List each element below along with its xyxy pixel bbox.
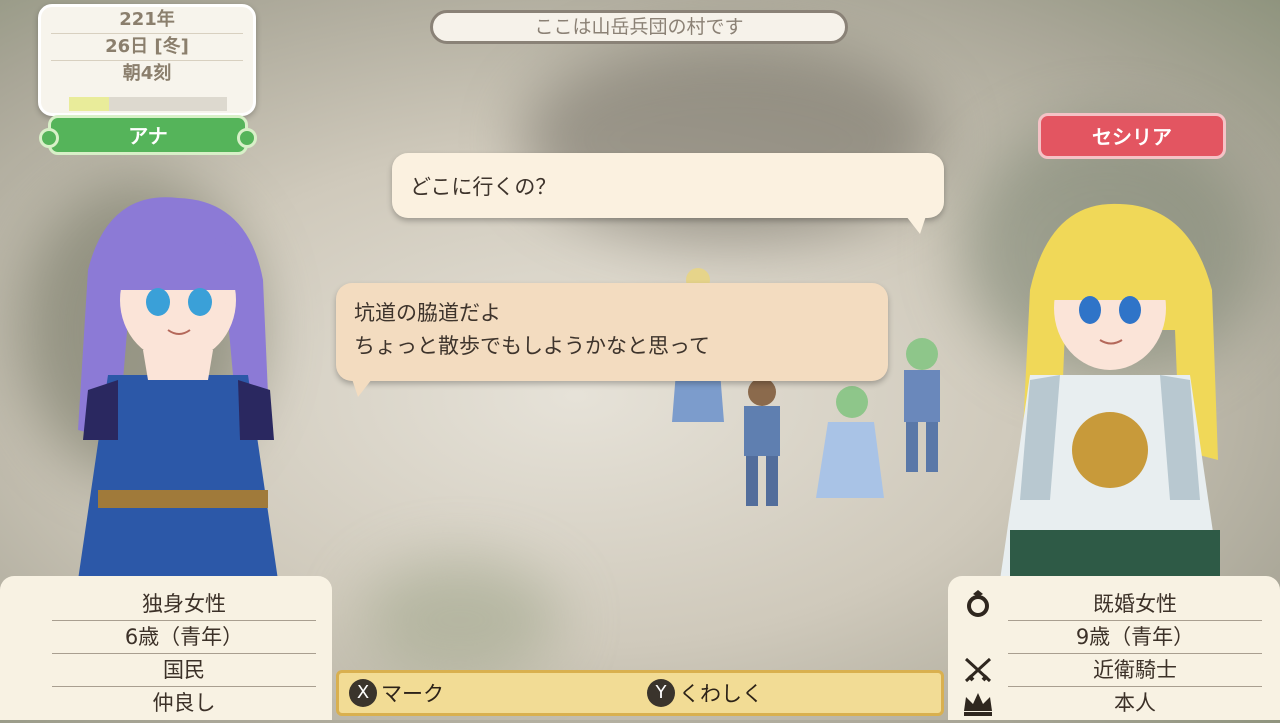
grass-patch (360, 560, 560, 680)
info-status: 独身女性 (52, 588, 316, 621)
year-label: 221年 (51, 7, 243, 34)
location-banner: ここは山岳兵団の村です (430, 10, 848, 44)
info-age-row: 9歳（青年） (1008, 621, 1262, 654)
info-occupation-row: 近衛騎士 (964, 654, 1262, 687)
character-info-panel-left: 独身女性 6歳（青年） 国民 仲良し (0, 576, 332, 720)
info-relationship: 仲良し (152, 691, 216, 715)
info-age: 6歳（青年） (52, 621, 316, 654)
name-tag-left: アナ (39, 115, 257, 155)
info-age: 9歳（青年） (1075, 625, 1195, 649)
button-prompt-bar: X マーク Y くわしく (336, 670, 944, 716)
ring-icon (962, 590, 994, 618)
name-tag-right: セシリア (1038, 113, 1226, 159)
info-relationship-row: 本人 (964, 687, 1262, 719)
time-progress-bar (69, 97, 227, 111)
dialogue-line: どこに行くの？ (410, 175, 557, 199)
info-occupation: 近衛騎士 (1093, 658, 1177, 682)
speech-bubble-left-speaker: 坑道の脇道だよ ちょっと散歩でもしようかなと思って (336, 283, 888, 397)
villager-2 (744, 378, 780, 506)
day-season-label: 26日 [冬] (51, 34, 243, 61)
speech-bubble-right-speaker: どこに行くの？ (392, 153, 944, 234)
y-button-icon: Y (647, 679, 675, 707)
info-status: 既婚女性 (1093, 592, 1177, 616)
mark-action[interactable]: X マーク (349, 679, 444, 709)
crown-icon (962, 689, 994, 717)
info-relationship: 本人 (1114, 691, 1156, 715)
info-occupation: 国民 (52, 654, 316, 687)
x-button-icon: X (349, 679, 377, 707)
character-portrait-cecilia (1000, 203, 1220, 580)
date-time-panel: 221年 26日 [冬] 朝4刻 (38, 4, 256, 116)
crossed-swords-icon (962, 656, 994, 684)
mark-label: マーク (381, 682, 444, 706)
time-progress-fill (69, 97, 109, 111)
villager-4 (904, 338, 940, 472)
details-label: くわしく (679, 682, 763, 706)
details-action[interactable]: Y くわしく (647, 679, 763, 709)
villager-3 (816, 386, 884, 498)
info-status-row: 既婚女性 (967, 588, 1262, 621)
dialogue-line: 坑道の脇道だよ (354, 301, 501, 325)
character-info-panel-right: 既婚女性 9歳（青年） 近衛騎士 本人 (948, 576, 1280, 720)
time-of-day-label: 朝4刻 (122, 63, 172, 84)
dialogue-line: ちょっと散歩でもしようかなと思って (354, 334, 710, 358)
character-portrait-ana (78, 197, 278, 580)
